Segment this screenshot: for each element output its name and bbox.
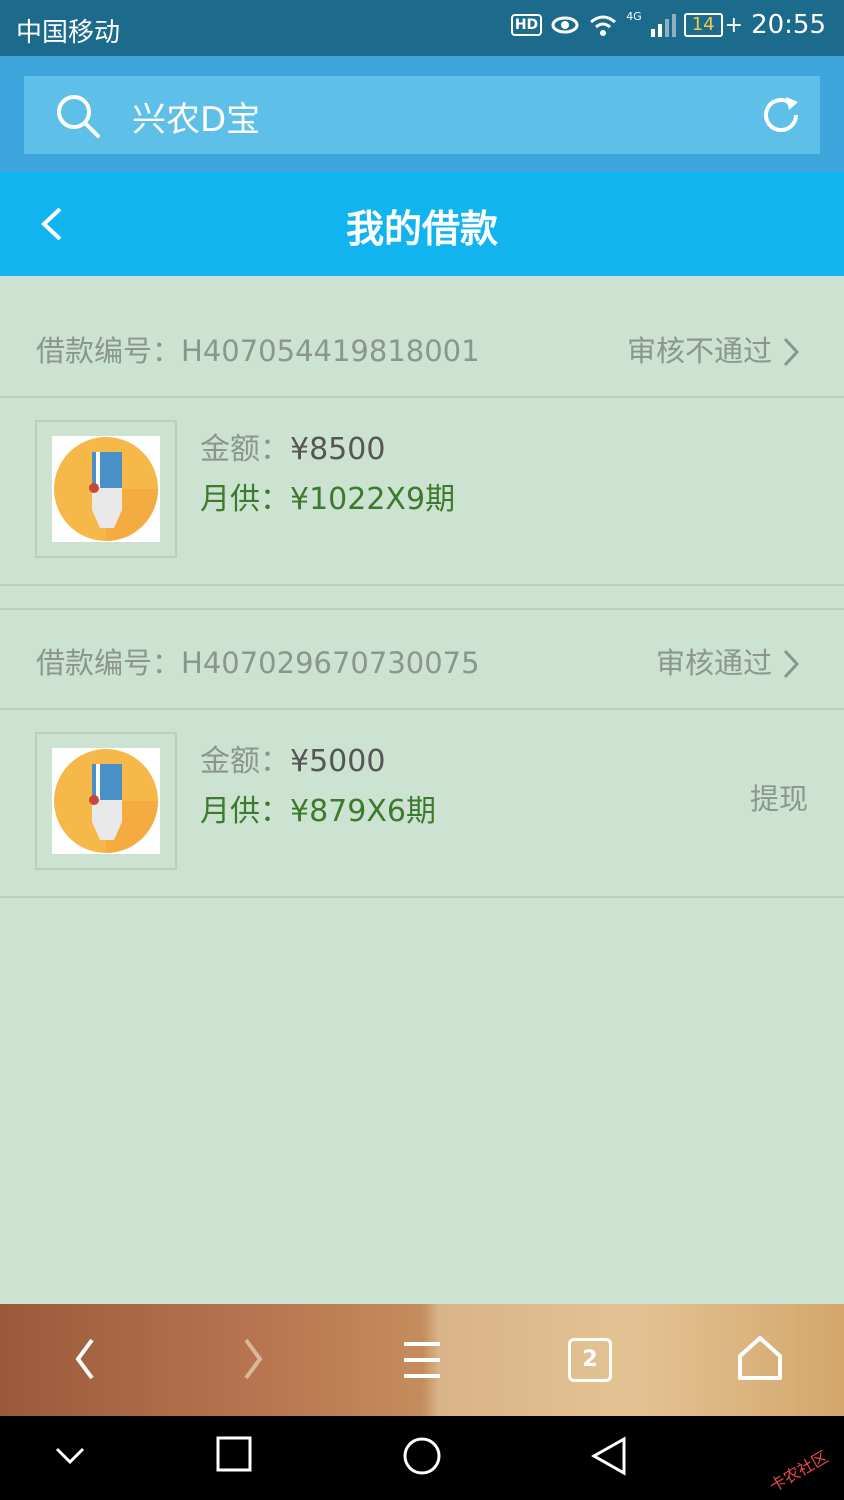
loan-list: 借款编号：H407054419818001 审核不通过 金额：¥8500 月供：… [0, 276, 844, 1304]
loan-id-value: H407029670730075 [181, 646, 480, 680]
home-circle-icon[interactable] [402, 1436, 442, 1476]
back-triangle-icon[interactable] [590, 1436, 628, 1476]
page-header: 我的借款 [0, 172, 844, 276]
wifi-icon [590, 15, 617, 36]
hd-icon: HD [510, 14, 543, 36]
signal-icon [650, 14, 676, 37]
tabs-button[interactable]: 2 [568, 1338, 612, 1382]
monthly-value: ¥879X6期 [290, 794, 436, 829]
loan-status: 审核不通过 [626, 334, 772, 368]
browser-back-icon[interactable] [70, 1334, 100, 1384]
withdraw-button[interactable]: 提现 [750, 776, 808, 818]
watermark: 卡农社区 [766, 1447, 832, 1496]
loan-monthly: 月供：¥1022X9期 [200, 474, 455, 518]
loan-status: 审核通过 [655, 646, 772, 680]
loan-id: 借款编号：H407029670730075 [36, 640, 480, 682]
monthly-value: ¥1022X9期 [290, 482, 456, 517]
browser-forward-icon[interactable] [238, 1334, 268, 1384]
loan-monthly: 月供：¥879X6期 [200, 786, 436, 830]
amount-label: 金额： [200, 744, 290, 779]
loan-amount: 金额：¥5000 [200, 736, 385, 780]
monthly-label: 月供： [200, 482, 290, 517]
loan-id-label: 借款编号： [36, 646, 182, 680]
chevron-right-icon [783, 649, 800, 679]
loan-header[interactable]: 借款编号：H407054419818001 审核不通过 [0, 278, 844, 398]
collapse-icon[interactable] [54, 1446, 86, 1466]
loan-amount: 金额：¥8500 [200, 424, 385, 468]
system-navigation-bar: 卡农社区 [0, 1416, 844, 1500]
chevron-right-icon [783, 337, 800, 367]
page-title: 我的借款 [345, 207, 498, 251]
address-bar[interactable]: 兴农D宝 [24, 76, 820, 154]
loan-thumbnail [35, 420, 177, 558]
address-text: 兴农D宝 [132, 100, 261, 140]
monthly-label: 月供： [200, 794, 290, 829]
loan-detail[interactable]: 金额：¥8500 月供：¥1022X9期 [0, 398, 844, 586]
amount-value: ¥8500 [290, 432, 386, 467]
amount-value: ¥5000 [290, 744, 386, 779]
clock: 20:55 [751, 10, 826, 40]
loan-id-value: H407054419818001 [181, 334, 480, 368]
recent-apps-icon[interactable] [216, 1436, 252, 1472]
menu-icon[interactable] [402, 1340, 442, 1380]
refresh-icon[interactable] [760, 94, 802, 136]
loan-id: 借款编号：H407054419818001 [36, 328, 480, 370]
browser-toolbar: 兴农D宝 [0, 56, 844, 172]
amount-label: 金额： [200, 432, 290, 467]
home-icon[interactable] [736, 1334, 784, 1382]
status-icons: HD 4G 14 + 20:55 [510, 10, 826, 40]
network-type: 4G [626, 10, 642, 23]
charging-plus: + [724, 12, 744, 38]
card-hand-icon [54, 437, 158, 541]
loan-detail[interactable]: 金额：¥5000 月供：¥879X6期 提现 [0, 710, 844, 898]
loan-header[interactable]: 借款编号：H407029670730075 审核通过 [0, 590, 844, 710]
battery-icon: 14 [683, 13, 723, 37]
loan-thumbnail [35, 732, 177, 870]
search-icon [57, 95, 100, 138]
status-bar: 中国移动 HD 4G 14 + 20:55 [0, 0, 844, 56]
carrier-name: 中国移动 [16, 18, 121, 48]
card-hand-icon [54, 749, 158, 853]
browser-bottom-bar: 2 [0, 1304, 844, 1416]
eye-icon [551, 16, 579, 34]
loan-id-label: 借款编号： [36, 334, 182, 368]
